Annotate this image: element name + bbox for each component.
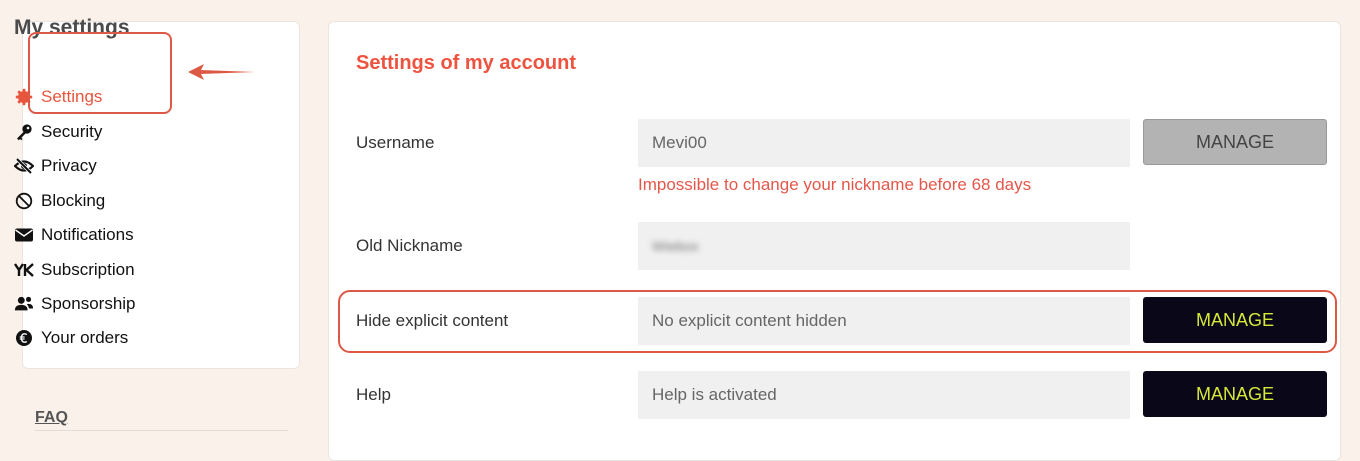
sidebar-item-blocking[interactable]: Blocking [14,189,105,213]
sidebar-item-label: Sponsorship [41,294,136,313]
sidebar-item-label: Subscription [41,260,135,279]
help-label: Help [356,385,391,404]
old-nickname-label: Old Nickname [356,236,463,255]
users-icon [14,294,34,314]
help-field: Help is activated [638,371,1130,419]
faq-divider [35,430,288,431]
ban-icon [14,191,34,211]
sidebar-title: My settings [14,16,130,39]
help-value: Help is activated [652,385,777,404]
old-nickname-field: Wiebox [638,222,1130,270]
annotation-arrow-icon [188,64,256,80]
username-field: Mevi00 [638,119,1130,167]
sidebar-item-sponsorship[interactable]: Sponsorship [14,292,136,316]
old-nickname-value: Wiebox [652,238,699,254]
gear-icon [14,87,34,107]
sidebar-item-label: Security [41,122,103,141]
sidebar-item-label: Notifications [41,225,134,244]
yk-logo-icon [14,260,34,280]
sidebar-item-label: Privacy [41,156,97,175]
username-change-warning: Impossible to change your nickname befor… [638,175,1032,194]
eye-slash-icon [14,156,34,176]
username-value: Mevi00 [652,133,707,152]
sidebar-item-security[interactable]: Security [14,120,102,144]
key-icon [14,122,34,142]
sidebar-item-subscription[interactable]: Subscription [14,258,135,282]
manage-username-button[interactable]: MANAGE [1143,119,1327,165]
username-label: Username [356,133,435,152]
sidebar-item-privacy[interactable]: Privacy [14,154,97,178]
explicit-content-field: No explicit content hidden [638,297,1130,345]
manage-explicit-content-button[interactable]: MANAGE [1143,297,1327,343]
euro-icon [14,328,34,348]
sidebar-item-settings[interactable]: Settings [14,85,102,109]
envelope-icon [14,225,34,245]
manage-help-button[interactable]: MANAGE [1143,371,1327,417]
hide-explicit-content-label: Hide explicit content [356,311,509,330]
explicit-content-value: No explicit content hidden [652,311,847,330]
sidebar-item-label: Settings [41,87,103,106]
sidebar-item-label: Blocking [41,191,106,210]
sidebar-item-notifications[interactable]: Notifications [14,223,134,247]
faq-link[interactable]: FAQ [35,409,68,427]
page-title: Settings of my account [356,52,577,74]
sidebar-item-your-orders[interactable]: Your orders [14,326,128,350]
sidebar-item-label: Your orders [41,328,129,347]
